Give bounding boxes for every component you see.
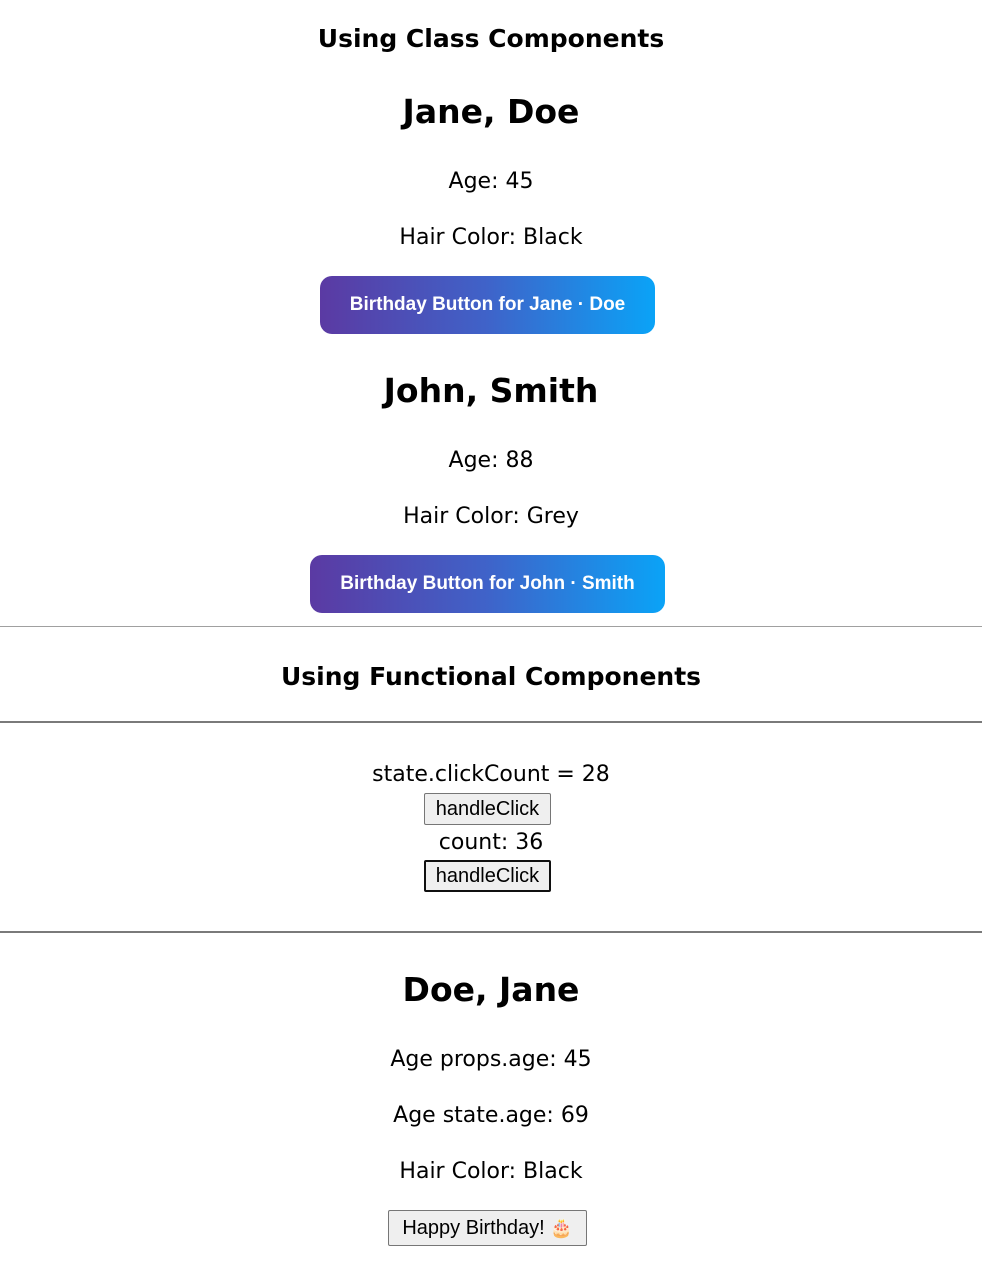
- page: Using Class Components Jane, Doe Age: 45…: [0, 0, 982, 1280]
- class-components-heading: Using Class Components: [317, 24, 665, 53]
- happy-birthday-button[interactable]: Happy Birthday! 🎂: [388, 1210, 587, 1246]
- section-divider: [0, 626, 982, 627]
- person-age-props: Age props.age: 45: [390, 1047, 592, 1072]
- person-age-state: Age state.age: 69: [393, 1103, 589, 1128]
- person-name: Doe, Jane: [402, 970, 580, 1009]
- person-hair-color: Hair Color: Black: [399, 225, 583, 250]
- handle-click-button-focused[interactable]: handleClick: [424, 860, 551, 892]
- person-age: Age: 88: [448, 448, 534, 473]
- person-hair-color: Hair Color: Black: [399, 1159, 583, 1184]
- person-name: John, Smith: [383, 371, 599, 410]
- section-divider: [0, 721, 982, 723]
- click-count-label: state.clickCount = 28: [372, 762, 610, 787]
- functional-components-heading: Using Functional Components: [280, 662, 702, 691]
- person-age: Age: 45: [448, 169, 534, 194]
- count-label: count: 36: [438, 830, 544, 855]
- handle-click-button[interactable]: handleClick: [424, 793, 551, 825]
- person-hair-color: Hair Color: Grey: [403, 504, 579, 529]
- birthday-button-jane[interactable]: Birthday Button for Jane · Doe: [320, 276, 655, 334]
- person-name: Jane, Doe: [402, 92, 580, 131]
- happy-birthday-label: Happy Birthday!: [402, 1216, 545, 1239]
- cake-icon: 🎂: [550, 1217, 573, 1238]
- section-divider: [0, 931, 982, 933]
- birthday-button-john[interactable]: Birthday Button for John · Smith: [310, 555, 665, 613]
